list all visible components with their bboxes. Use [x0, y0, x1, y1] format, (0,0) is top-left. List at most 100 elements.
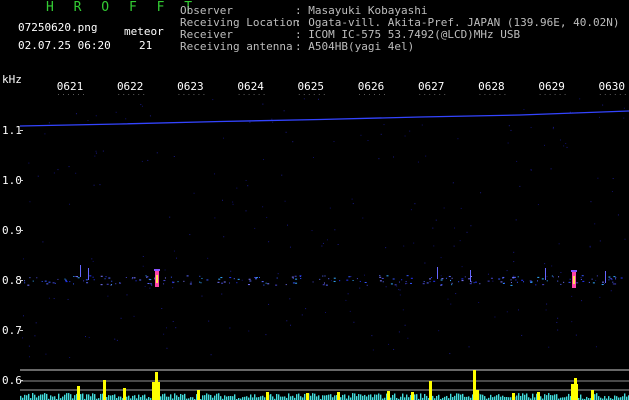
noise-dot [571, 295, 573, 297]
app-title: H R O F F T [46, 0, 199, 15]
noise-dot [265, 334, 267, 336]
noise-dot [116, 339, 118, 341]
band-dot [170, 276, 172, 278]
noise-dot [417, 161, 419, 163]
noise-dot [433, 245, 435, 247]
time-tick [178, 94, 180, 95]
noise-dot [459, 240, 461, 242]
band-dot [502, 277, 504, 279]
noise-dot [102, 150, 104, 152]
noise-dot [470, 225, 472, 227]
time-tick [539, 94, 541, 95]
band-dot [458, 281, 460, 283]
band-dot [620, 277, 623, 279]
noise-dot [149, 115, 151, 117]
time-tick [479, 94, 481, 95]
power-bar [160, 396, 162, 400]
noise-dot [303, 98, 305, 100]
band-dot [154, 277, 156, 279]
noise-dot [506, 311, 508, 313]
band-dot [510, 284, 513, 286]
band-dot [258, 276, 260, 278]
band-dot [471, 281, 473, 283]
noise-dot [166, 327, 168, 329]
band-dot [592, 282, 595, 284]
time-label: 0626 [358, 80, 385, 93]
band-dot [451, 284, 453, 286]
noise-dot [241, 279, 243, 281]
power-bar [326, 395, 328, 400]
band-dot [461, 280, 464, 282]
time-tick [369, 94, 370, 95]
power-bar [176, 395, 178, 400]
band-dot [201, 277, 203, 279]
power-bar [594, 394, 596, 400]
freq-tick [20, 380, 23, 381]
band-dot [199, 275, 201, 277]
power-bar [218, 393, 220, 400]
band-streak [88, 268, 89, 280]
time-tick [248, 94, 250, 95]
noise-dot [321, 245, 323, 247]
noise-dot [435, 219, 437, 221]
noise-dot [556, 321, 558, 323]
band-dot [364, 281, 367, 283]
noise-dot [624, 238, 626, 240]
band-dot [199, 281, 201, 283]
band-dot [608, 279, 610, 281]
power-bar [322, 395, 324, 400]
band-dot [611, 279, 613, 281]
power-bar [272, 396, 274, 400]
echo-peak [156, 275, 158, 283]
band-dot [469, 283, 472, 285]
band-dot [356, 278, 358, 280]
noise-dot [595, 346, 597, 348]
noise-dot [414, 203, 416, 205]
noise-dot [461, 266, 463, 268]
noise-dot [305, 308, 307, 310]
noise-dot [69, 357, 71, 359]
noise-dot [580, 277, 582, 279]
time-tick [243, 94, 245, 95]
power-bar [436, 396, 438, 400]
power-bar [44, 393, 46, 400]
time-tick [203, 94, 205, 95]
band-dot [163, 280, 166, 282]
power-spike [197, 390, 200, 400]
power-bar [490, 394, 492, 400]
noise-dot [53, 172, 55, 174]
noise-dot [612, 178, 614, 180]
band-dot [445, 277, 447, 279]
power-bar [120, 396, 122, 400]
band-dot [64, 279, 67, 281]
power-bar [162, 394, 164, 400]
noise-dot [272, 121, 274, 123]
power-bar [68, 393, 70, 400]
power-bar [204, 395, 206, 400]
meteor-count: 21 [139, 39, 153, 52]
time-tick [554, 94, 556, 95]
power-bar [228, 396, 230, 400]
time-tick [183, 94, 185, 95]
band-streak [545, 268, 546, 280]
band-dot [615, 278, 617, 280]
power-bar [312, 393, 314, 400]
power-bar [330, 394, 332, 400]
band-dot [541, 278, 544, 280]
power-bar [32, 393, 34, 400]
noise-dot [99, 184, 101, 186]
meteor-label: meteor [124, 25, 164, 38]
noise-dot [326, 239, 328, 241]
noise-dot [352, 203, 354, 205]
power-bar [446, 395, 448, 400]
noise-dot [318, 98, 320, 100]
noise-dot [95, 150, 97, 152]
band-dot [149, 279, 152, 281]
band-dot [89, 275, 92, 277]
band-dot [229, 282, 231, 284]
noise-dot [22, 258, 24, 260]
time-tick [253, 94, 255, 95]
noise-dot [331, 280, 333, 282]
power-bar [164, 393, 166, 400]
band-dot [85, 279, 88, 281]
